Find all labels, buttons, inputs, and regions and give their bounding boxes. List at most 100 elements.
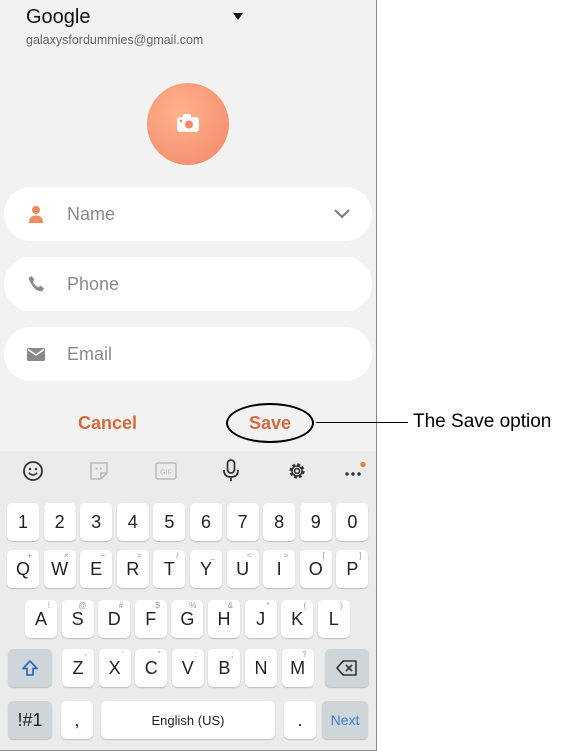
more-icon[interactable] — [334, 451, 374, 491]
email-field[interactable]: Email — [4, 327, 372, 381]
key-hint: ; — [231, 650, 234, 659]
key-letter-q[interactable]: Q + — [7, 550, 39, 588]
key-letter-g[interactable]: G% — [171, 600, 204, 638]
key-letter-a[interactable]: A! — [25, 600, 57, 638]
shift-key[interactable] — [8, 649, 52, 687]
key-letter-r[interactable]: R = — [116, 550, 149, 588]
key-num-0[interactable]: 0 — [336, 503, 369, 541]
key-hint: / — [176, 551, 179, 560]
symbols-key[interactable]: !#1 — [8, 701, 52, 739]
camera-icon — [177, 114, 199, 132]
key-hint: > — [283, 551, 289, 560]
key-hint: & — [227, 601, 233, 610]
emoji-icon[interactable] — [13, 451, 53, 491]
key-num-2[interactable]: 2 — [43, 503, 76, 541]
key-label: T — [163, 558, 175, 579]
contact-photo-button[interactable] — [147, 83, 229, 165]
key-label: C — [144, 657, 158, 678]
name-field[interactable]: Name — [4, 187, 372, 241]
key-hint: _ — [210, 551, 215, 560]
key-hint: ] — [359, 551, 362, 560]
key-num-7[interactable]: 7 — [226, 503, 259, 541]
key-letter-i[interactable]: I > — [263, 550, 296, 588]
key-letter-w[interactable]: W × — [43, 550, 76, 588]
email-icon — [27, 348, 45, 361]
key-label: 7 — [237, 511, 248, 532]
key-hint: + — [27, 551, 32, 560]
key-letter-n[interactable]: N, — [245, 649, 277, 687]
key-letter-z[interactable]: Z- — [62, 649, 94, 687]
key-hint: " — [157, 650, 161, 659]
key-letter-x[interactable]: X ' — [98, 649, 131, 687]
key-letter-l[interactable]: L) — [317, 600, 350, 638]
key-num-5[interactable]: 5 — [153, 503, 186, 541]
key-hint: @ — [78, 601, 87, 610]
microphone-icon[interactable] — [211, 451, 251, 491]
key-label: 0 — [347, 511, 358, 532]
account-name[interactable]: Google — [26, 6, 91, 29]
phone-placeholder: Phone — [67, 274, 120, 294]
key-hint: ! — [47, 601, 50, 610]
key-letter-p[interactable]: P] — [336, 550, 369, 588]
key-label: 2 — [54, 511, 65, 532]
key-letter-o[interactable]: O[ — [299, 550, 332, 588]
key-hint: % — [189, 601, 197, 610]
key-label: 5 — [164, 511, 175, 532]
key-num-3[interactable]: 3 — [80, 503, 113, 541]
chevron-down-icon[interactable] — [334, 207, 350, 219]
comma-key[interactable]: , — [61, 701, 93, 739]
key-letter-d[interactable]: D # — [98, 600, 131, 638]
key-num-6[interactable]: 6 — [190, 503, 222, 541]
period-key[interactable]: . — [284, 701, 316, 739]
key-num-1[interactable]: 1 — [7, 503, 39, 541]
key-letter-t[interactable]: T / — [153, 550, 186, 588]
key-hint: $ — [155, 601, 160, 610]
key-letter-u[interactable]: U < — [226, 550, 259, 588]
key-letter-h[interactable]: H & — [208, 600, 240, 638]
key-letter-m[interactable]: M? — [281, 649, 314, 687]
key-letter-f[interactable]: F $ — [134, 600, 167, 638]
key-label: E — [90, 558, 103, 579]
next-key[interactable]: Next — [322, 701, 368, 739]
account-dropdown-icon[interactable] — [233, 13, 243, 20]
key-letter-e[interactable]: E ÷ — [80, 550, 113, 588]
annotation-label: The Save option — [413, 411, 552, 432]
key-num-8[interactable]: 8 — [263, 503, 296, 541]
name-placeholder: Name — [67, 204, 116, 224]
space-key[interactable]: English (US) — [101, 701, 275, 739]
backspace-key[interactable] — [325, 649, 369, 687]
key-label: Y — [199, 558, 212, 579]
key-hint: [ — [322, 551, 325, 560]
key-num-9[interactable]: 9 — [299, 503, 332, 541]
settings-icon[interactable] — [277, 451, 317, 491]
annotation-leader-line — [316, 422, 408, 423]
key-letter-c[interactable]: C " — [135, 649, 168, 687]
key-letter-y[interactable]: Y _ — [190, 550, 222, 588]
key-hint: , — [267, 650, 270, 659]
key-hint: ÷ — [100, 551, 106, 560]
key-label: U — [236, 558, 250, 579]
key-letter-k[interactable]: K( — [281, 600, 314, 638]
sticker-icon[interactable] — [79, 451, 119, 491]
key-letter-j[interactable]: J * — [244, 600, 277, 638]
key-letter-b[interactable]: B; — [208, 649, 241, 687]
phone-screen: Google galaxysfordummies@gmail.com Name … — [0, 0, 377, 751]
key-letter-s[interactable]: S @ — [61, 600, 94, 638]
key-label: X — [108, 657, 121, 678]
shift-icon — [22, 660, 38, 676]
key-label: B — [218, 657, 231, 678]
phone-field[interactable]: Phone — [4, 257, 372, 311]
cancel-button[interactable]: Cancel — [78, 413, 137, 434]
key-label: W — [51, 558, 69, 579]
key-label: 3 — [91, 511, 102, 532]
key-hint: < — [246, 551, 252, 560]
key-hint: - — [84, 650, 87, 659]
key-label: F — [145, 608, 157, 629]
gif-icon[interactable]: GIF — [146, 451, 186, 491]
key-hint: ' — [122, 650, 124, 659]
save-highlight-oval — [226, 403, 314, 443]
key-label: H — [217, 608, 231, 629]
key-num-4[interactable]: 4 — [116, 503, 149, 541]
key-label: 1 — [17, 511, 28, 532]
key-letter-v[interactable]: V: — [171, 649, 204, 687]
